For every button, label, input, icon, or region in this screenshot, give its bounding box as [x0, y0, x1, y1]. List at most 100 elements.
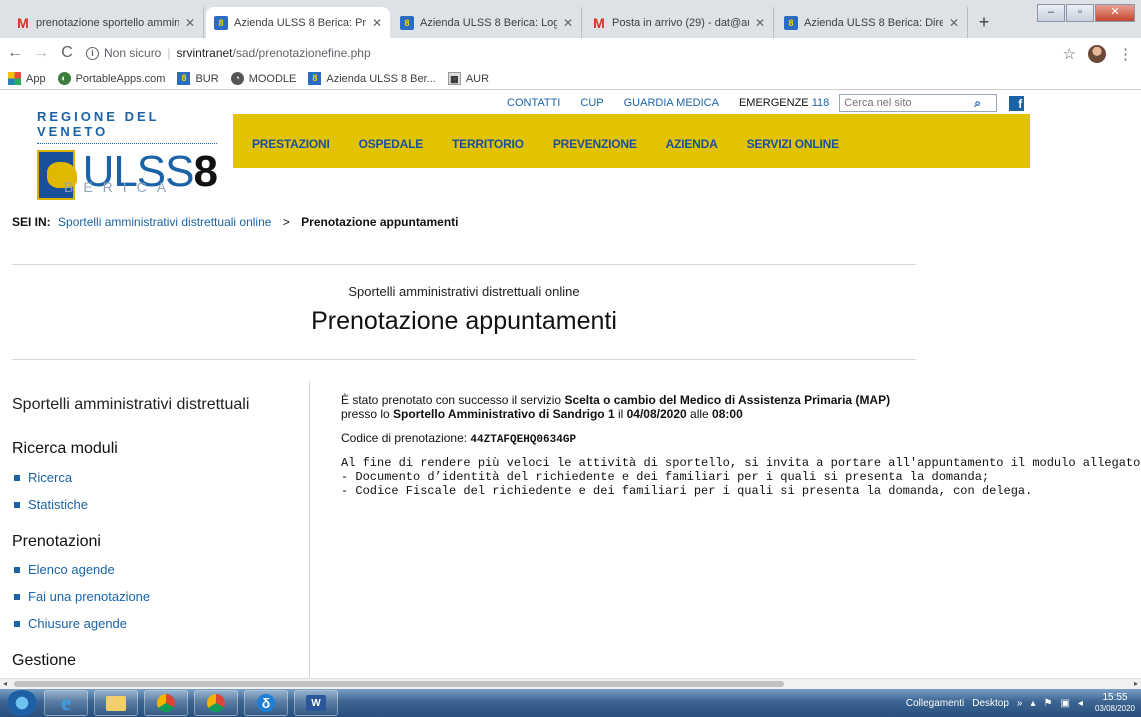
url-host: srvintranet — [176, 46, 233, 60]
tray-toolbar-desktop[interactable]: Desktop — [972, 698, 1009, 709]
sidebar-item-ricerca[interactable]: Ricerca — [14, 470, 72, 485]
flag-icon[interactable]: ⚑ — [1044, 698, 1053, 709]
search-icon[interactable]: ⌕ — [974, 96, 981, 111]
office-name: Sportello Amministrativo di Sandrigo 1 — [393, 407, 615, 421]
section-title-gestione: Gestione — [12, 652, 77, 669]
tab-ulss-login[interactable]: 8 Azienda ULSS 8 Berica: Login ✕ — [392, 7, 582, 38]
maximize-button[interactable]: ▫ — [1066, 4, 1094, 22]
sidebar-item-statistiche[interactable]: Statistiche — [14, 497, 88, 512]
taskbar-app-word[interactable]: W — [294, 690, 338, 716]
sidebar-item-fai-prenotazione[interactable]: Fai una prenotazione — [14, 589, 150, 604]
profile-avatar[interactable] — [1088, 45, 1106, 63]
scroll-left-icon[interactable]: ◂ — [3, 679, 7, 689]
ulss-icon: 8 — [400, 15, 414, 30]
url-path: /sad/prenotazionefine.php — [232, 46, 371, 60]
taskbar-app-chrome[interactable] — [144, 690, 188, 716]
tab-title: Azienda ULSS 8 Berica: Prenotaz — [234, 16, 366, 29]
nav-azienda[interactable]: AZIENDA — [666, 137, 718, 151]
new-tab-button[interactable]: + — [972, 11, 996, 35]
bookmark-label: PortableApps.com — [75, 72, 166, 85]
bookmark-moodle[interactable]: ◔ MOODLE — [230, 72, 296, 85]
scroll-right-icon[interactable]: ▸ — [1134, 679, 1138, 689]
bookmark-portableapps[interactable]: ◐ PortableApps.com — [57, 72, 166, 85]
nav-prevenzione[interactable]: PREVENZIONE — [553, 137, 637, 151]
sidebar-item-elenco-agende[interactable]: Elenco agende — [14, 562, 115, 577]
taskbar-app-chrome-2[interactable] — [194, 690, 238, 716]
tab-title: Posta in arrivo (29) - dat@aulss8 — [612, 16, 749, 29]
instruction-line: - Codice Fiscale del richiedente e dei f… — [341, 484, 1033, 498]
close-icon[interactable]: ✕ — [949, 16, 959, 30]
forward-arrow-icon[interactable]: → — [30, 44, 52, 62]
bookmark-label: App — [26, 72, 46, 85]
page-subtitle: Sportelli amministrativi distrettuali on… — [348, 284, 580, 299]
bookmark-label: Azienda ULSS 8 Ber... — [326, 72, 436, 85]
url-text[interactable]: srvintranet/sad/prenotazionefine.php — [176, 46, 370, 60]
site-search-input[interactable] — [844, 97, 975, 109]
tray-toolbar-collegamenti[interactable]: Collegamenti — [906, 698, 964, 709]
horizontal-scrollbar[interactable]: ◂ ▸ — [0, 678, 1141, 689]
nav-prestazioni[interactable]: PRESTAZIONI — [252, 137, 330, 151]
moodle-icon: ◔ — [230, 72, 244, 85]
close-icon[interactable]: ✕ — [185, 16, 195, 30]
back-arrow-icon[interactable]: ← — [4, 44, 26, 62]
info-icon[interactable]: i — [86, 46, 99, 60]
instructions-block: Al fine di rendere più veloci le attivit… — [341, 456, 1141, 498]
taskbar-app-explorer[interactable] — [94, 690, 138, 716]
sidebar-item-label: Ricerca — [28, 470, 73, 485]
sidebar-item-chiusure-agende[interactable]: Chiusure agende — [14, 616, 127, 631]
top-utility-nav: CONTATTI CUP GUARDIA MEDICA EMERGENZE 11… — [507, 94, 1025, 112]
ulss-icon: 8 — [214, 15, 228, 30]
breadcrumb-parent-link[interactable]: Sportelli amministrativi distrettuali on… — [58, 215, 271, 229]
menu-kebab-icon[interactable]: ⋮ — [1118, 45, 1133, 63]
bullet-icon — [14, 620, 20, 627]
web-page: CONTATTI CUP GUARDIA MEDICA EMERGENZE 11… — [0, 91, 1141, 682]
start-button[interactable] — [6, 690, 38, 716]
nav-ospedale[interactable]: OSPEDALE — [359, 137, 424, 151]
bookmark-aur[interactable]: ▦ AUR — [447, 72, 489, 85]
breadcrumb-arrow: > — [282, 215, 290, 229]
logo-divider — [37, 143, 217, 144]
chevron-right-icon[interactable]: » — [1017, 698, 1023, 709]
bookmark-ulss[interactable]: 8 Azienda ULSS 8 Ber... — [308, 72, 436, 85]
reload-icon[interactable]: C — [56, 44, 78, 62]
confirmation-text: il — [614, 407, 627, 421]
clock[interactable]: 15:55 03/08/2020 — [1095, 692, 1135, 714]
address-bar[interactable]: i Non sicuro | srvintranet/sad/prenotazi… — [86, 46, 371, 60]
minimize-button[interactable]: – — [1037, 4, 1065, 22]
nav-servizi-online[interactable]: SERVIZI ONLINE — [747, 137, 840, 151]
tab-gmail-inbox[interactable]: M Posta in arrivo (29) - dat@aulss8 ✕ — [584, 7, 774, 38]
facebook-icon[interactable]: f — [1009, 95, 1025, 111]
appointment-time: 08:00 — [712, 407, 743, 421]
link-contatti[interactable]: CONTATTI — [507, 97, 560, 109]
ulss-icon: 8 — [308, 72, 322, 85]
aur-icon: ▦ — [447, 72, 461, 85]
volume-icon[interactable]: ◂ — [1078, 698, 1083, 709]
close-icon[interactable]: ✕ — [755, 16, 765, 30]
taskbar-app-delta[interactable]: δ — [244, 690, 288, 716]
tab-ulss-direzione[interactable]: 8 Azienda ULSS 8 Berica: Direzione ✕ — [776, 7, 968, 38]
tab-gmail-prenotazione[interactable]: M prenotazione sportello amminist ✕ — [8, 7, 204, 38]
taskbar-app-ie[interactable]: e — [44, 690, 88, 716]
tray-expand-icon[interactable]: ▴ — [1030, 698, 1035, 709]
regione-veneto-label: REGIONE DEL VENETO — [37, 109, 160, 139]
close-icon[interactable]: ✕ — [372, 16, 382, 30]
breadcrumb-label: SEI IN: — [12, 215, 51, 229]
scrollbar-thumb[interactable] — [14, 681, 784, 687]
ulss-icon: 8 — [177, 72, 191, 85]
close-icon[interactable]: ✕ — [563, 16, 573, 30]
window-controls: – ▫ ✕ — [1037, 4, 1135, 22]
window-close-button[interactable]: ✕ — [1095, 4, 1135, 22]
bookmark-app[interactable]: App — [8, 72, 46, 85]
link-guardia-medica[interactable]: GUARDIA MEDICA — [624, 97, 719, 109]
nav-territorio[interactable]: TERRITORIO — [452, 137, 524, 151]
star-icon[interactable]: ☆ — [1063, 45, 1076, 63]
ulss-icon: 8 — [784, 15, 798, 30]
bookmarks-bar: App ◐ PortableApps.com 8 BUR ◔ MOODLE 8 Azie… — [0, 68, 1141, 90]
network-icon[interactable]: ▣ — [1060, 698, 1069, 709]
divider-top — [12, 264, 916, 265]
ulss-number: 8 — [193, 147, 219, 196]
link-cup[interactable]: CUP — [580, 97, 603, 109]
emergenze-number[interactable]: 118 — [812, 97, 830, 109]
bookmark-bur[interactable]: 8 BUR — [177, 72, 219, 85]
tab-ulss-prenotazione[interactable]: 8 Azienda ULSS 8 Berica: Prenotaz ✕ — [206, 7, 390, 38]
